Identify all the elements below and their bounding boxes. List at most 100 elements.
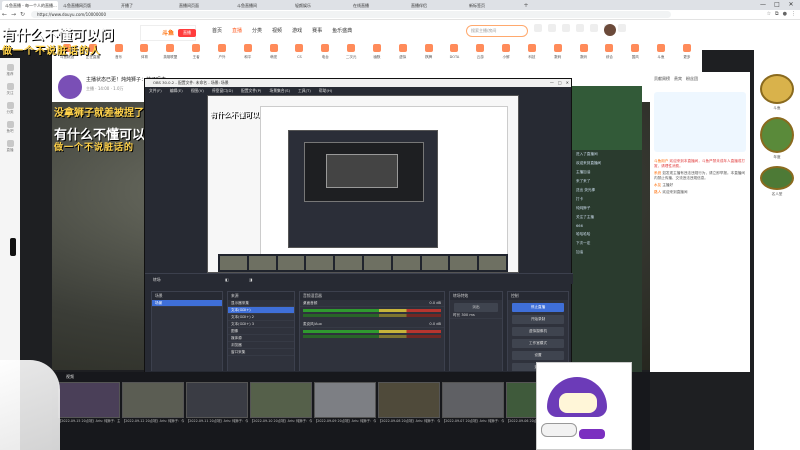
transition-toggle[interactable]: ◨ [249,274,253,285]
scene-item[interactable]: 场景 [152,300,222,307]
download-icon[interactable] [576,24,584,32]
source-item[interactable]: 文本(GDI+) [228,307,294,314]
nav-item[interactable]: 鱼乐盛典 [332,27,352,34]
browser-tab[interactable]: 斗鱼直播间 [234,1,290,10]
video-card[interactable]: 【2022-09-09 20点场】Aris: 炖狮子：今天... [314,382,376,424]
event-badge[interactable] [760,166,794,190]
category-item[interactable]: 音乐 [108,42,130,72]
event-badge[interactable] [760,117,794,153]
nav-item[interactable]: 直播 [232,27,242,34]
category-item[interactable]: 王者 [185,42,207,72]
category-item[interactable]: 虚拟 [392,42,414,72]
browser-tab[interactable]: 轻颜娱乐 [292,1,348,10]
category-item[interactable]: 数码 [573,42,595,72]
tab-fans[interactable]: 粉丝团 [686,76,698,82]
source-item[interactable]: 显示器采集 [228,300,294,307]
browser-tab[interactable]: 在线直播 [350,1,406,10]
minimize-button[interactable]: — [756,0,770,10]
menu-file[interactable]: 文件(F) [149,87,162,94]
nav-item[interactable]: 赛事 [312,27,322,34]
menu-docks[interactable]: 停靠窗口(D) [212,87,233,94]
browser-tab[interactable]: 斗鱼直播 - 每一个人的直播... [2,1,58,10]
video-card[interactable]: 【2022-09-12 20点场】Aris: 炖狮子：今天... [122,382,184,424]
source-item[interactable]: 文本(GDI+) 2 [228,314,294,321]
new-tab-button[interactable]: + [522,1,530,10]
category-item[interactable]: 电台 [314,42,336,72]
category-item[interactable]: 小鲜 [495,42,517,72]
history-icon[interactable] [534,24,542,32]
profile-icon[interactable]: ● [783,11,787,17]
video-card[interactable]: 【2022-09-07 20点场】Aris: 炖狮子：今天... [442,382,504,424]
category-item[interactable]: 户外 [211,42,233,72]
category-item[interactable]: DOTA [443,42,465,72]
volume-slider[interactable] [303,314,441,317]
category-item[interactable]: CS [288,42,310,72]
category-item[interactable]: 数码 [547,42,569,72]
message-icon[interactable] [562,24,570,32]
category-item[interactable]: 英雄联盟 [159,42,181,72]
category-item[interactable]: 幽默 [366,42,388,72]
forward-icon[interactable]: → [9,11,18,18]
transition-toggle[interactable]: ◧ [225,274,229,285]
url-input[interactable]: https://www.douyu.com/10000000 [31,11,671,18]
studio-mode-button[interactable]: 工作室模式 [512,339,564,348]
stop-streaming-button[interactable]: 停止直播 [512,303,564,312]
tab-contribution[interactable]: 贡献周榜 [654,76,670,82]
maximize-button[interactable]: □ [770,0,784,10]
obs-maximize-button[interactable]: □ [558,79,562,87]
search-input[interactable]: 搜索主播/房间 [466,25,528,37]
category-item[interactable]: 体育 [133,42,155,72]
obs-close-button[interactable]: ✕ [566,79,569,87]
close-button[interactable]: ✕ [784,0,798,10]
follow-icon[interactable] [548,24,556,32]
rail-item[interactable]: 关注 [2,83,18,96]
rail-item[interactable]: 直播 [2,140,18,153]
browser-tab[interactable]: 新标签页 [466,1,522,10]
menu-icon[interactable]: ⋮ [791,11,796,17]
category-item[interactable]: 更多 [676,42,698,72]
menu-help[interactable]: 帮助(H) [319,87,332,94]
menu-edit[interactable]: 编辑(E) [170,87,183,94]
nav-item[interactable]: 首页 [212,27,222,34]
video-card[interactable]: 【2022-09-08 20点场】Aris: 炖狮子：今天... [378,382,440,424]
virtual-camera-button[interactable]: 虚拟摄像机 [512,327,564,336]
category-item[interactable]: 综合 [598,42,620,72]
menu-view[interactable]: 视图(V) [191,87,204,94]
category-item[interactable]: 科技 [521,42,543,72]
event-badge[interactable] [760,74,794,104]
drag-handle[interactable] [10,238,16,256]
category-item[interactable]: 二次元 [340,42,362,72]
nav-item[interactable]: 视频 [272,27,282,34]
duration-input[interactable]: 300 ms [461,313,474,317]
obs-preview[interactable]: 有什么不懂可以问 [207,95,519,273]
category-item[interactable]: 国风 [624,42,646,72]
browser-tab[interactable]: 开播了 [118,1,174,10]
bookmark-star-icon[interactable]: ☆ [767,11,771,17]
nav-item[interactable]: 分类 [252,27,262,34]
menu-profile[interactable]: 配置文件(P) [241,87,261,94]
gift-icon[interactable] [618,24,626,32]
video-card[interactable]: 【2022-09-15 20点场】Aris: 炖狮子：主播... [58,382,120,424]
category-item[interactable]: 和平 [237,42,259,72]
streamer-avatar[interactable] [58,75,82,99]
extensions-icon[interactable]: ⧉ [775,11,779,17]
browser-tab[interactable]: 直播间页面 [176,1,232,10]
reload-icon[interactable]: ↻ [18,11,27,18]
broadcast-icon[interactable] [590,24,598,32]
volume-slider[interactable] [303,335,441,338]
back-icon[interactable]: ← [0,11,9,18]
category-item[interactable]: 萌宠 [263,42,285,72]
category-item[interactable]: 斗鱼 [650,42,672,72]
source-item[interactable]: 窗口采集 [228,349,294,356]
transition-select[interactable]: 淡出 [454,303,498,312]
category-item[interactable]: 云游 [469,42,491,72]
source-item[interactable]: 文本(GDI+) 3 [228,321,294,328]
rail-item[interactable]: 鱼吧 [2,121,18,134]
rail-item[interactable]: 分类 [2,102,18,115]
video-card[interactable]: 【2022-09-10 20点场】Aris: 炖狮子：今天... [250,382,312,424]
rail-item[interactable]: 推荐 [2,64,18,77]
menu-tools[interactable]: 工具(T) [298,87,311,94]
start-recording-button[interactable]: 开始录制 [512,315,564,324]
menu-scene-collection[interactable]: 场景集合(S) [269,87,290,94]
browser-tab[interactable]: 斗鱼直播网页版 [60,1,116,10]
